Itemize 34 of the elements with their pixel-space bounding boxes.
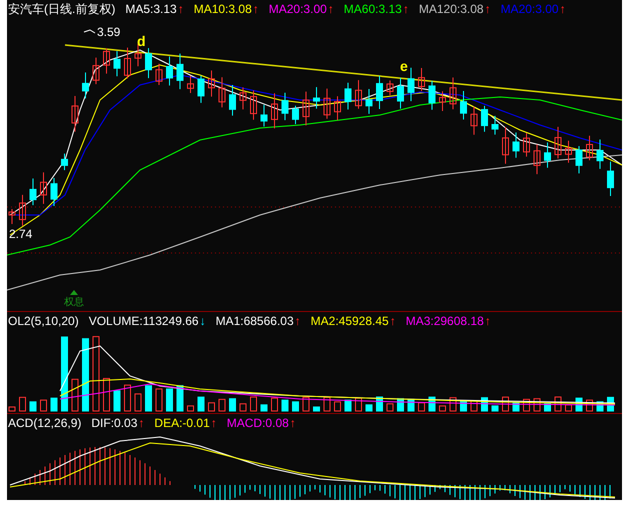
indicator-value: MA10:3.08 <box>194 2 252 16</box>
chart-title: 安汽车(日线.前复权) <box>8 0 116 18</box>
wave-label: e <box>400 58 408 74</box>
indicator-value: MA60:3.13 <box>344 2 402 16</box>
trend-arrow: ↑ <box>138 416 144 430</box>
high-price-label: 3.59 <box>97 25 120 39</box>
chart-title: OL2(5,10,20) <box>8 314 79 328</box>
trend-arrow: ↑ <box>484 314 491 328</box>
trend-arrow: ↑ <box>328 2 334 16</box>
indicator-value: DIF:0.03 <box>91 416 138 430</box>
indicator-value: MA5:3.13 <box>125 2 177 16</box>
indicator-value: MA20:3.00 <box>268 2 327 16</box>
trend-arrow: ↑ <box>252 2 259 16</box>
indicator-value: VOLUME:113249.66 <box>88 314 199 328</box>
event-label: 权息 <box>64 297 84 308</box>
indicator-value: MA2:45928.45 <box>310 314 389 328</box>
trend-arrow: ↑ <box>484 2 491 16</box>
indicator-value: MA1:68566.03 <box>216 314 294 328</box>
trend-arrow: ↑ <box>290 416 296 430</box>
low-price-label: 2.74 <box>9 227 32 241</box>
trend-arrow: ↑ <box>178 2 184 16</box>
trend-arrow: ↑ <box>402 2 409 16</box>
indicator-value: DEA:-0.01 <box>154 416 210 430</box>
indicator-value: MA20:3.00 <box>500 2 559 16</box>
chart-title: ACD(12,26,9) <box>8 416 82 430</box>
trend-arrow: ↑ <box>560 2 566 16</box>
indicator-value: MACD:0.08 <box>226 416 289 430</box>
trend-arrow: ↑ <box>294 314 301 328</box>
trend-arrow: ↓ <box>200 314 206 328</box>
indicator-value: MA120:3.08 <box>418 2 484 16</box>
trend-arrow: ↑ <box>210 416 217 430</box>
trend-arrow: ↑ <box>390 314 396 328</box>
indicator-value: MA3:29608.18 <box>406 314 484 328</box>
wave-label: d <box>137 33 146 49</box>
